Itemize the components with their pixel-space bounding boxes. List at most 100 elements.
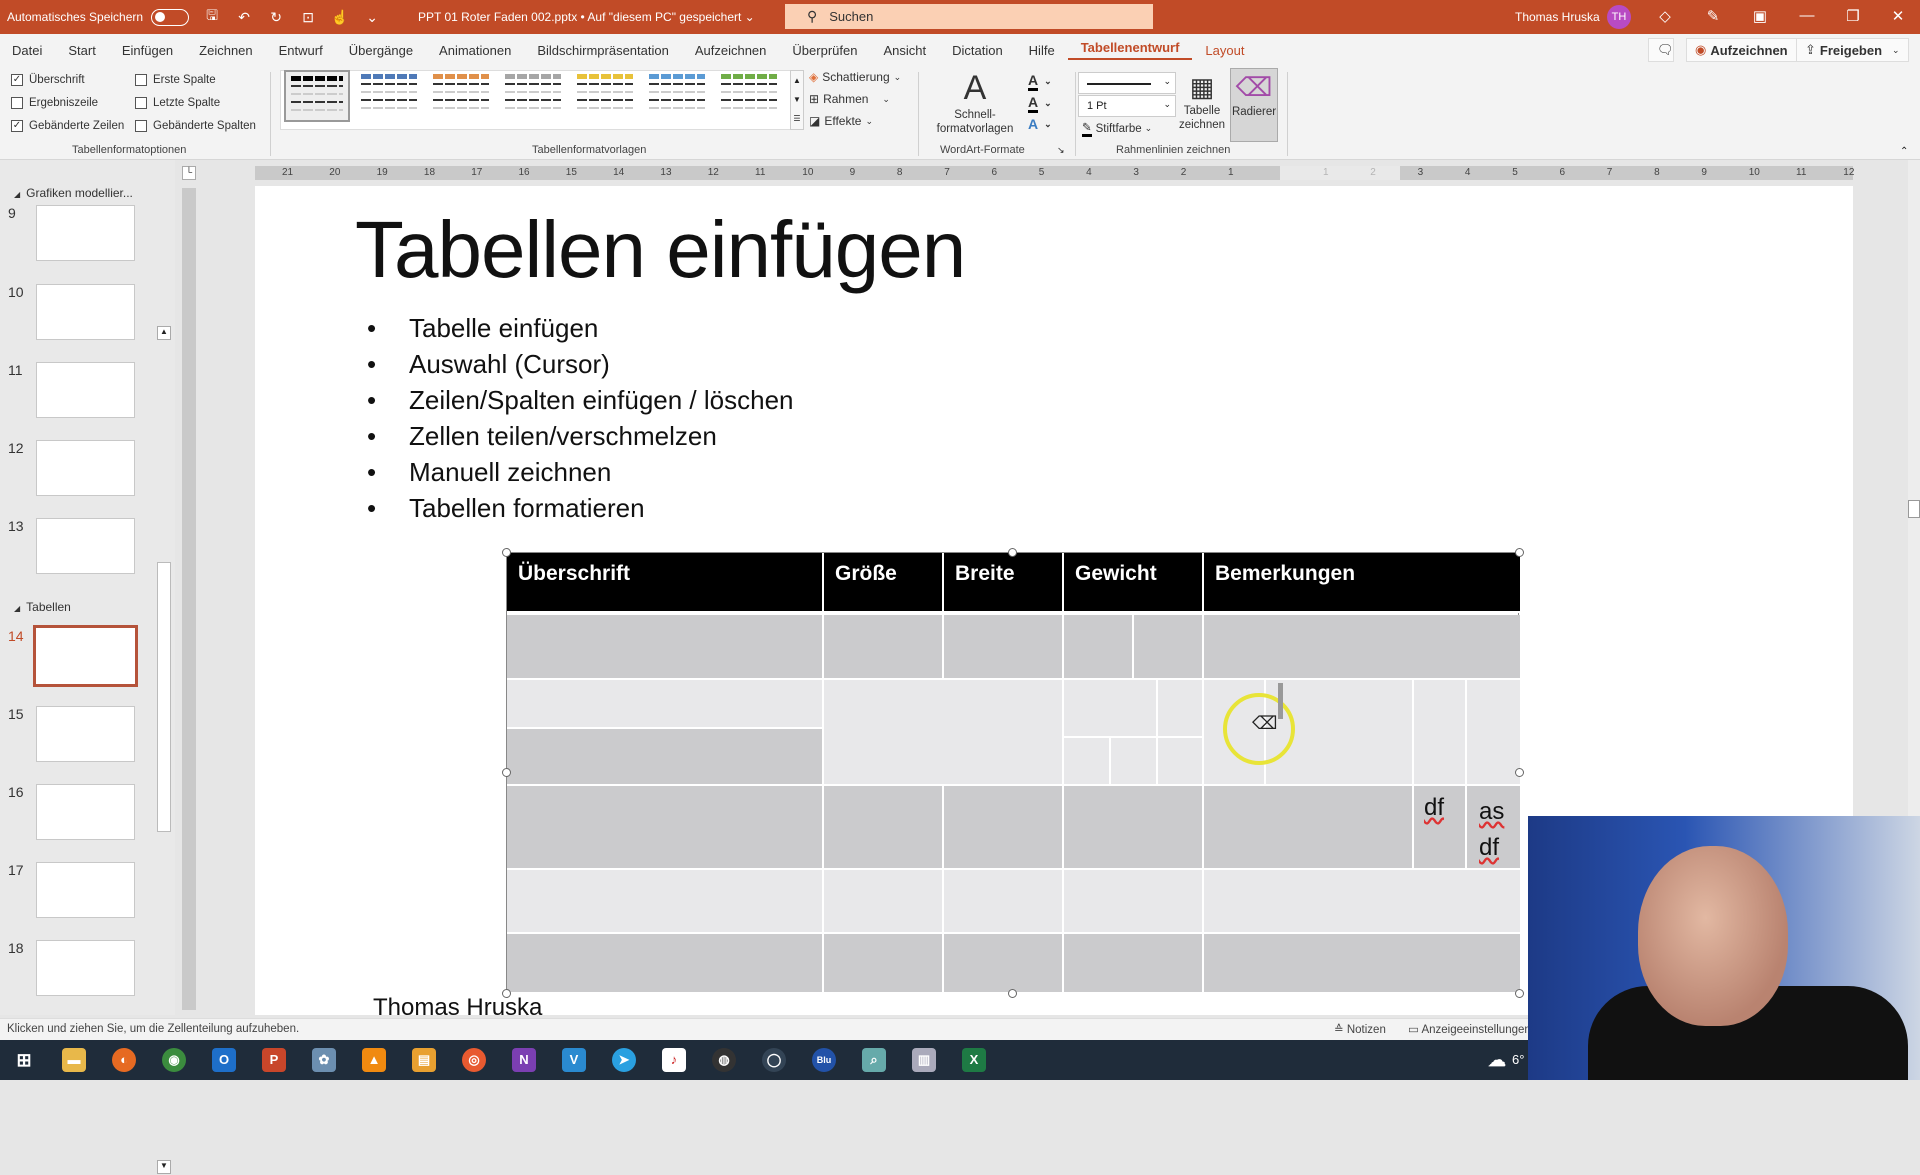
weather-temperature[interactable]: 6° — [1512, 1052, 1524, 1067]
table-cell[interactable] — [1158, 738, 1204, 786]
table-cell[interactable] — [944, 615, 1064, 680]
resize-handle[interactable] — [1515, 768, 1524, 777]
undo-icon[interactable]: ↶ — [235, 9, 253, 26]
table-cell[interactable] — [1064, 615, 1134, 680]
close-icon[interactable]: ✕ — [1888, 7, 1908, 25]
table-header-cell[interactable]: Breite — [944, 553, 1064, 613]
slide-thumbnail[interactable] — [36, 518, 135, 574]
app-v-icon[interactable]: V — [562, 1048, 586, 1072]
scroll-thumb[interactable] — [1908, 500, 1920, 518]
view-settings-button[interactable]: ▭ Anzeigeeinstellungen — [1408, 1022, 1528, 1036]
dialog-launcher-icon[interactable]: ↘ — [1057, 145, 1065, 156]
slide-thumbnail[interactable] — [36, 440, 135, 496]
table-cell[interactable] — [507, 615, 824, 680]
table-cell[interactable] — [1064, 738, 1111, 786]
table-cell[interactable] — [824, 786, 944, 870]
table-cell[interactable] — [944, 934, 1064, 994]
checkbox-ueberschrift[interactable]: ✓ Überschrift — [11, 74, 85, 86]
autosave-toggle[interactable] — [151, 8, 190, 26]
slide-thumbnail[interactable] — [36, 940, 135, 996]
table-header-cell[interactable]: Gewicht — [1064, 553, 1204, 613]
cell-text[interactable]: df — [1424, 794, 1444, 822]
table-cell[interactable] — [507, 680, 824, 729]
slide-thumbnail[interactable] — [36, 784, 135, 840]
table-cell[interactable] — [507, 729, 824, 786]
table-cell[interactable] — [824, 870, 944, 934]
table-header-cell[interactable]: Überschrift — [507, 553, 824, 613]
checkbox-letzte-spalte[interactable]: Letzte Spalte — [135, 97, 220, 109]
resize-handle[interactable] — [502, 548, 511, 557]
ribbon-display-icon[interactable]: ▣ — [1750, 7, 1770, 25]
touch-mode-icon[interactable]: ☝ — [331, 9, 349, 26]
eraser-button[interactable]: ⌫ Radierer — [1230, 68, 1278, 142]
user-name[interactable]: Thomas Hruska — [1515, 10, 1600, 24]
cell-text[interactable]: as df — [1479, 794, 1504, 866]
bullet-item[interactable]: Manuell zeichnen — [367, 454, 794, 490]
main-scrollbar[interactable] — [1908, 160, 1920, 816]
tab-entwurf[interactable]: Entwurf — [266, 43, 336, 58]
table-cell[interactable] — [1414, 680, 1467, 786]
gallery-scroll[interactable]: ▲ ▼ ☰ — [790, 70, 804, 130]
tab-ueberpruefen[interactable]: Überprüfen — [779, 43, 870, 58]
table-cell[interactable] — [1467, 680, 1520, 786]
checkbox-gebaenderte-spalten[interactable]: Gebänderte Spalten — [135, 120, 256, 132]
telegram-icon[interactable]: ➤ — [612, 1048, 636, 1072]
tab-ansicht[interactable]: Ansicht — [870, 43, 939, 58]
pen-weight-select[interactable]: 1 Pt ⌄ — [1078, 95, 1176, 117]
tab-layout[interactable]: Layout — [1192, 43, 1257, 58]
resize-handle[interactable] — [1515, 989, 1524, 998]
excel-icon[interactable]: X — [962, 1048, 986, 1072]
minimize-icon[interactable]: — — [1797, 7, 1817, 24]
table-cell[interactable] — [1064, 680, 1158, 738]
checkbox-erste-spalte[interactable]: Erste Spalte — [135, 74, 216, 86]
resize-handle[interactable] — [1515, 548, 1524, 557]
table-style-option[interactable] — [572, 70, 638, 122]
resize-handle[interactable] — [1008, 548, 1017, 557]
resize-handle[interactable] — [1008, 989, 1017, 998]
tab-start[interactable]: Start — [55, 43, 108, 58]
section-tabellen[interactable]: ◢ Tabellen — [14, 600, 71, 614]
gallery-expand-icon[interactable]: ☰ — [791, 109, 803, 128]
chevron-down-icon[interactable]: ▼ — [791, 90, 803, 109]
tab-hilfe[interactable]: Hilfe — [1016, 43, 1068, 58]
app-icon[interactable]: ▤ — [412, 1048, 436, 1072]
resize-handle[interactable] — [502, 989, 511, 998]
chrome-icon[interactable]: ◉ — [162, 1048, 186, 1072]
powerpoint-icon[interactable]: P — [262, 1048, 286, 1072]
tab-dictation[interactable]: Dictation — [939, 43, 1016, 58]
notes-button[interactable]: ≙ Notizen — [1334, 1022, 1386, 1036]
bullet-item[interactable]: Zellen teilen/verschmelzen — [367, 418, 794, 454]
app-icon[interactable]: ◯ — [762, 1048, 786, 1072]
horizontal-ruler[interactable]: 2120191817161514131211109876543211234567… — [255, 166, 1854, 180]
tab-zeichnen[interactable]: Zeichnen — [186, 43, 265, 58]
table-cell[interactable] — [507, 934, 824, 994]
bullet-item[interactable]: Tabelle einfügen — [367, 310, 794, 346]
slide-table[interactable]: Überschrift Größe Breite Gewicht Bemerku… — [506, 552, 1520, 994]
firefox-icon[interactable]: ◐ — [112, 1048, 136, 1072]
scroll-up-icon[interactable]: ▲ — [157, 326, 171, 340]
tab-aufzeichnen[interactable]: Aufzeichnen — [682, 43, 780, 58]
bluray-icon[interactable]: Blu — [812, 1048, 836, 1072]
search-box[interactable]: ⚲ Suchen — [785, 4, 1153, 29]
borders-button[interactable]: ⊞ Rahmen ⌄ — [809, 92, 890, 106]
windows-start-icon[interactable]: ⊞ — [12, 1048, 36, 1072]
document-title[interactable]: PPT 01 Roter Faden 002.pptx • Auf "diese… — [418, 10, 755, 24]
bullet-list[interactable]: Tabelle einfügen Auswahl (Cursor) Zeilen… — [367, 310, 794, 526]
tab-selector[interactable]: └ — [182, 166, 196, 180]
table-style-option[interactable] — [644, 70, 710, 122]
table-cell[interactable] — [1064, 870, 1204, 934]
table-style-option[interactable] — [500, 70, 566, 122]
collapse-ribbon-icon[interactable]: ⌃ — [1900, 146, 1908, 157]
table-style-option[interactable] — [428, 70, 494, 122]
text-fill-button[interactable]: A ⌄ — [1028, 72, 1052, 91]
save-icon[interactable]: 🖫 — [203, 5, 221, 29]
text-outline-button[interactable]: A ⌄ — [1028, 94, 1052, 113]
scroll-down-icon[interactable]: ▼ — [157, 1160, 171, 1174]
diamond-icon[interactable]: ◇ — [1655, 7, 1675, 25]
customize-quick-access-icon[interactable]: ⌄ — [363, 9, 381, 26]
presentation-icon[interactable]: ⊡ — [299, 9, 317, 26]
bullet-item[interactable]: Tabellen formatieren — [367, 490, 794, 526]
table-cell[interactable] — [1134, 615, 1204, 680]
text-effects-button[interactable]: A ⌄ — [1028, 116, 1052, 132]
draw-table-button[interactable]: ▦ Tabelle zeichnen — [1178, 70, 1226, 132]
